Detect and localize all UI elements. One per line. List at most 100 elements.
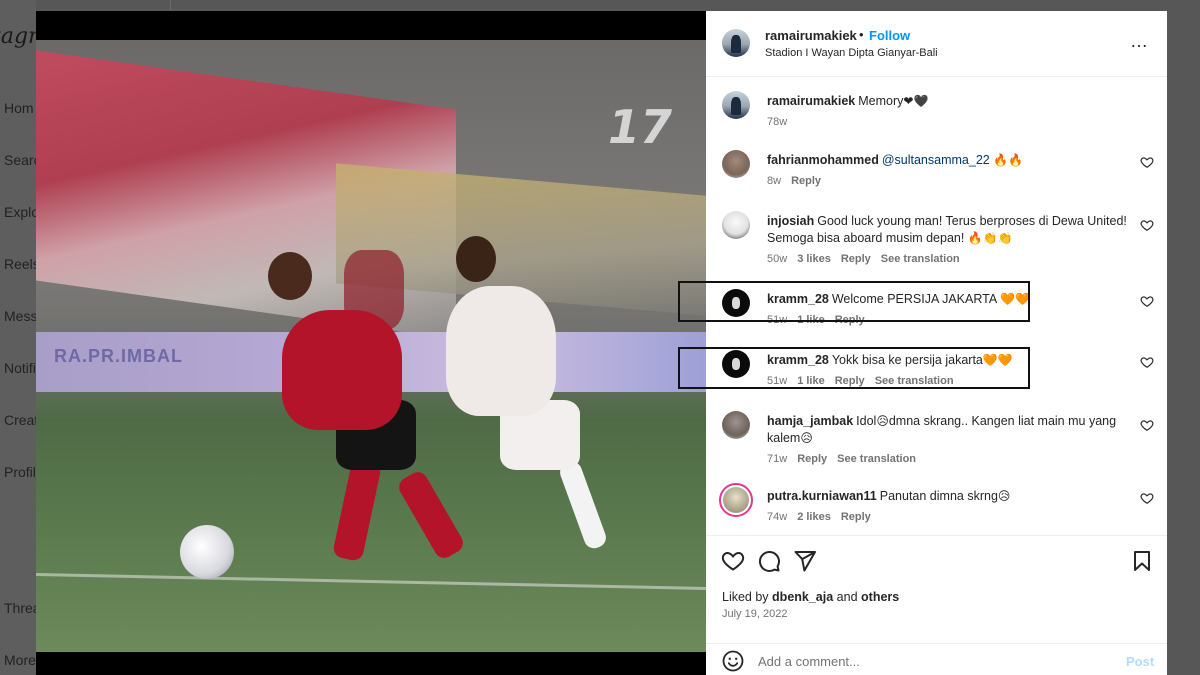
save-bookmark-icon[interactable]	[1130, 549, 1154, 573]
orange-heart-emoji: 🧡🧡	[982, 353, 1013, 367]
comment-text: injosiah Good luck young man! Terus berpr…	[767, 213, 1127, 247]
photo-player-red-leg	[331, 457, 383, 563]
bg-nav-explore: Explo	[4, 204, 36, 220]
follow-button[interactable]: Follow	[869, 28, 910, 43]
bg-nav-messages: Mess	[4, 308, 36, 324]
emoji-smiley-icon[interactable]	[721, 649, 745, 673]
post-header: ramairumakiek • Follow Stadion I Wayan D…	[706, 11, 1167, 77]
comment-avatar[interactable]	[722, 350, 750, 378]
post-photo: RA.PR.IMBAL 17	[36, 40, 706, 652]
comment-time[interactable]: 74w	[767, 511, 787, 523]
comment-text: hamja_jambak Idol😥dmna skrang.. Kangen li…	[767, 413, 1127, 447]
reply-button[interactable]: Reply	[797, 453, 827, 465]
comment-username[interactable]: hamja_jambak	[767, 414, 853, 428]
caption-text: ramairumakiek Memory❤🖤	[767, 93, 1127, 110]
photo-player-red-head	[268, 252, 312, 300]
like-comment-heart-icon[interactable]	[1140, 418, 1154, 432]
liked-by-text: Liked by dbenk_aja and others	[722, 590, 899, 604]
photo-football	[180, 525, 234, 579]
comment-meta: 74w 2 likes Reply	[767, 511, 881, 523]
comment-text: kramm_28 Yokk bisa ke persija jakarta🧡🧡	[767, 352, 1127, 369]
comment-time[interactable]: 78w	[767, 116, 787, 128]
photo-adboard-text: RA.PR.IMBAL	[54, 346, 183, 366]
comment-meta: 51w 1 like Reply See translation	[767, 375, 964, 387]
sad-emoji: 😥	[800, 431, 813, 445]
liked-by-and: and	[836, 590, 858, 604]
author-username[interactable]: ramairumakiek	[765, 28, 857, 43]
comment-avatar[interactable]	[722, 289, 750, 317]
heart-emoji: ❤🖤	[903, 94, 929, 108]
like-comment-heart-icon[interactable]	[1140, 491, 1154, 505]
post-media[interactable]: RA.PR.IMBAL 17	[36, 11, 706, 675]
liked-by-user[interactable]: dbenk_aja	[772, 590, 833, 604]
orange-heart-emoji: 🧡🧡	[1000, 292, 1030, 306]
sad-emoji: 😥	[876, 414, 889, 428]
comment-avatar-story-ring[interactable]	[719, 483, 753, 517]
comment-body: Idol	[856, 414, 877, 428]
comment-meta: 8w Reply	[767, 175, 831, 187]
reply-button[interactable]: Reply	[841, 511, 871, 523]
comment-username[interactable]: injosiah	[767, 214, 814, 228]
see-translation-button[interactable]: See translation	[837, 453, 916, 465]
comment-username[interactable]: putra.kurniawan11	[767, 489, 877, 503]
see-translation-button[interactable]: See translation	[881, 253, 960, 265]
comment-likes[interactable]: 3 likes	[797, 253, 831, 265]
post-location[interactable]: Stadion I Wayan Dipta Gianyar-Bali	[765, 47, 938, 59]
reply-button[interactable]: Reply	[841, 253, 871, 265]
comment-likes[interactable]: 1 like	[797, 375, 825, 387]
comment-time[interactable]: 71w	[767, 453, 787, 465]
bg-nav-create: Creat	[4, 412, 36, 428]
see-translation-button[interactable]: See translation	[875, 375, 954, 387]
comment-time[interactable]: 8w	[767, 175, 781, 187]
reply-button[interactable]: Reply	[835, 375, 865, 387]
background-logo: tagr	[0, 24, 36, 49]
comment-username[interactable]: kramm_28	[767, 353, 829, 367]
bg-nav-search: Searc	[4, 152, 36, 168]
share-send-icon[interactable]	[793, 549, 817, 573]
comment-avatar[interactable]	[722, 211, 750, 239]
comment-body: Memory	[858, 94, 904, 108]
like-comment-heart-icon[interactable]	[1140, 294, 1154, 308]
fire-emoji: 🔥🔥	[993, 153, 1024, 167]
comment-body: Panutan dimna skrng	[879, 489, 998, 503]
comment-time[interactable]: 50w	[767, 253, 787, 265]
reply-button[interactable]: Reply	[791, 175, 821, 187]
comment-username[interactable]: kramm_28	[767, 292, 829, 306]
more-options-icon[interactable]: …	[1130, 31, 1149, 52]
author-avatar[interactable]	[722, 29, 750, 57]
comment-avatar[interactable]	[722, 150, 750, 178]
comment-username[interactable]: fahrianmohammed	[767, 153, 879, 167]
comment-time[interactable]: 51w	[767, 314, 787, 326]
comment-text: putra.kurniawan11 Panutan dimna skrng😥	[767, 488, 1127, 505]
like-comment-heart-icon[interactable]	[1140, 218, 1154, 232]
comment-likes[interactable]: 2 likes	[797, 511, 831, 523]
comment-avatar[interactable]	[722, 411, 750, 439]
comment-username[interactable]: ramairumakiek	[767, 94, 855, 108]
reply-button[interactable]: Reply	[835, 314, 865, 326]
like-comment-heart-icon[interactable]	[1140, 155, 1154, 169]
comment-body: Welcome PERSIJA JAKARTA	[831, 292, 997, 306]
post-side-panel: ramairumakiek • Follow Stadion I Wayan D…	[706, 11, 1167, 675]
comment-time[interactable]: 51w	[767, 375, 787, 387]
like-heart-icon[interactable]	[721, 549, 745, 573]
add-comment-row: Post	[706, 643, 1167, 675]
photo-watermark-logo: 17	[608, 100, 673, 154]
add-comment-input[interactable]	[758, 651, 1098, 671]
comment-body: Yokk bisa ke persija jakarta	[831, 353, 983, 367]
bg-nav-reels: Reels	[4, 256, 36, 272]
background-sidebar: tagr Hom Searc Explo Reels Mess Notifi C…	[0, 0, 36, 675]
like-comment-heart-icon[interactable]	[1140, 355, 1154, 369]
caption-avatar[interactable]	[722, 91, 750, 119]
comment-mention[interactable]: @sultansamma_22	[882, 153, 990, 167]
bg-nav-notifications: Notifi	[4, 360, 36, 376]
comment-likes[interactable]: 1 like	[797, 314, 825, 326]
liked-by-prefix: Liked by	[722, 590, 769, 604]
photo-player-white-head	[456, 236, 496, 282]
comment-bubble-icon[interactable]	[757, 549, 781, 573]
post-comment-button[interactable]: Post	[1126, 654, 1154, 669]
post-actions-bar: Liked by dbenk_aja and others July 19, 2…	[706, 535, 1167, 675]
photo-player-red-leg	[395, 468, 467, 562]
post-date[interactable]: July 19, 2022	[722, 608, 787, 620]
liked-by-others[interactable]: others	[861, 590, 899, 604]
comment-text: kramm_28 Welcome PERSIJA JAKARTA 🧡🧡	[767, 291, 1127, 308]
